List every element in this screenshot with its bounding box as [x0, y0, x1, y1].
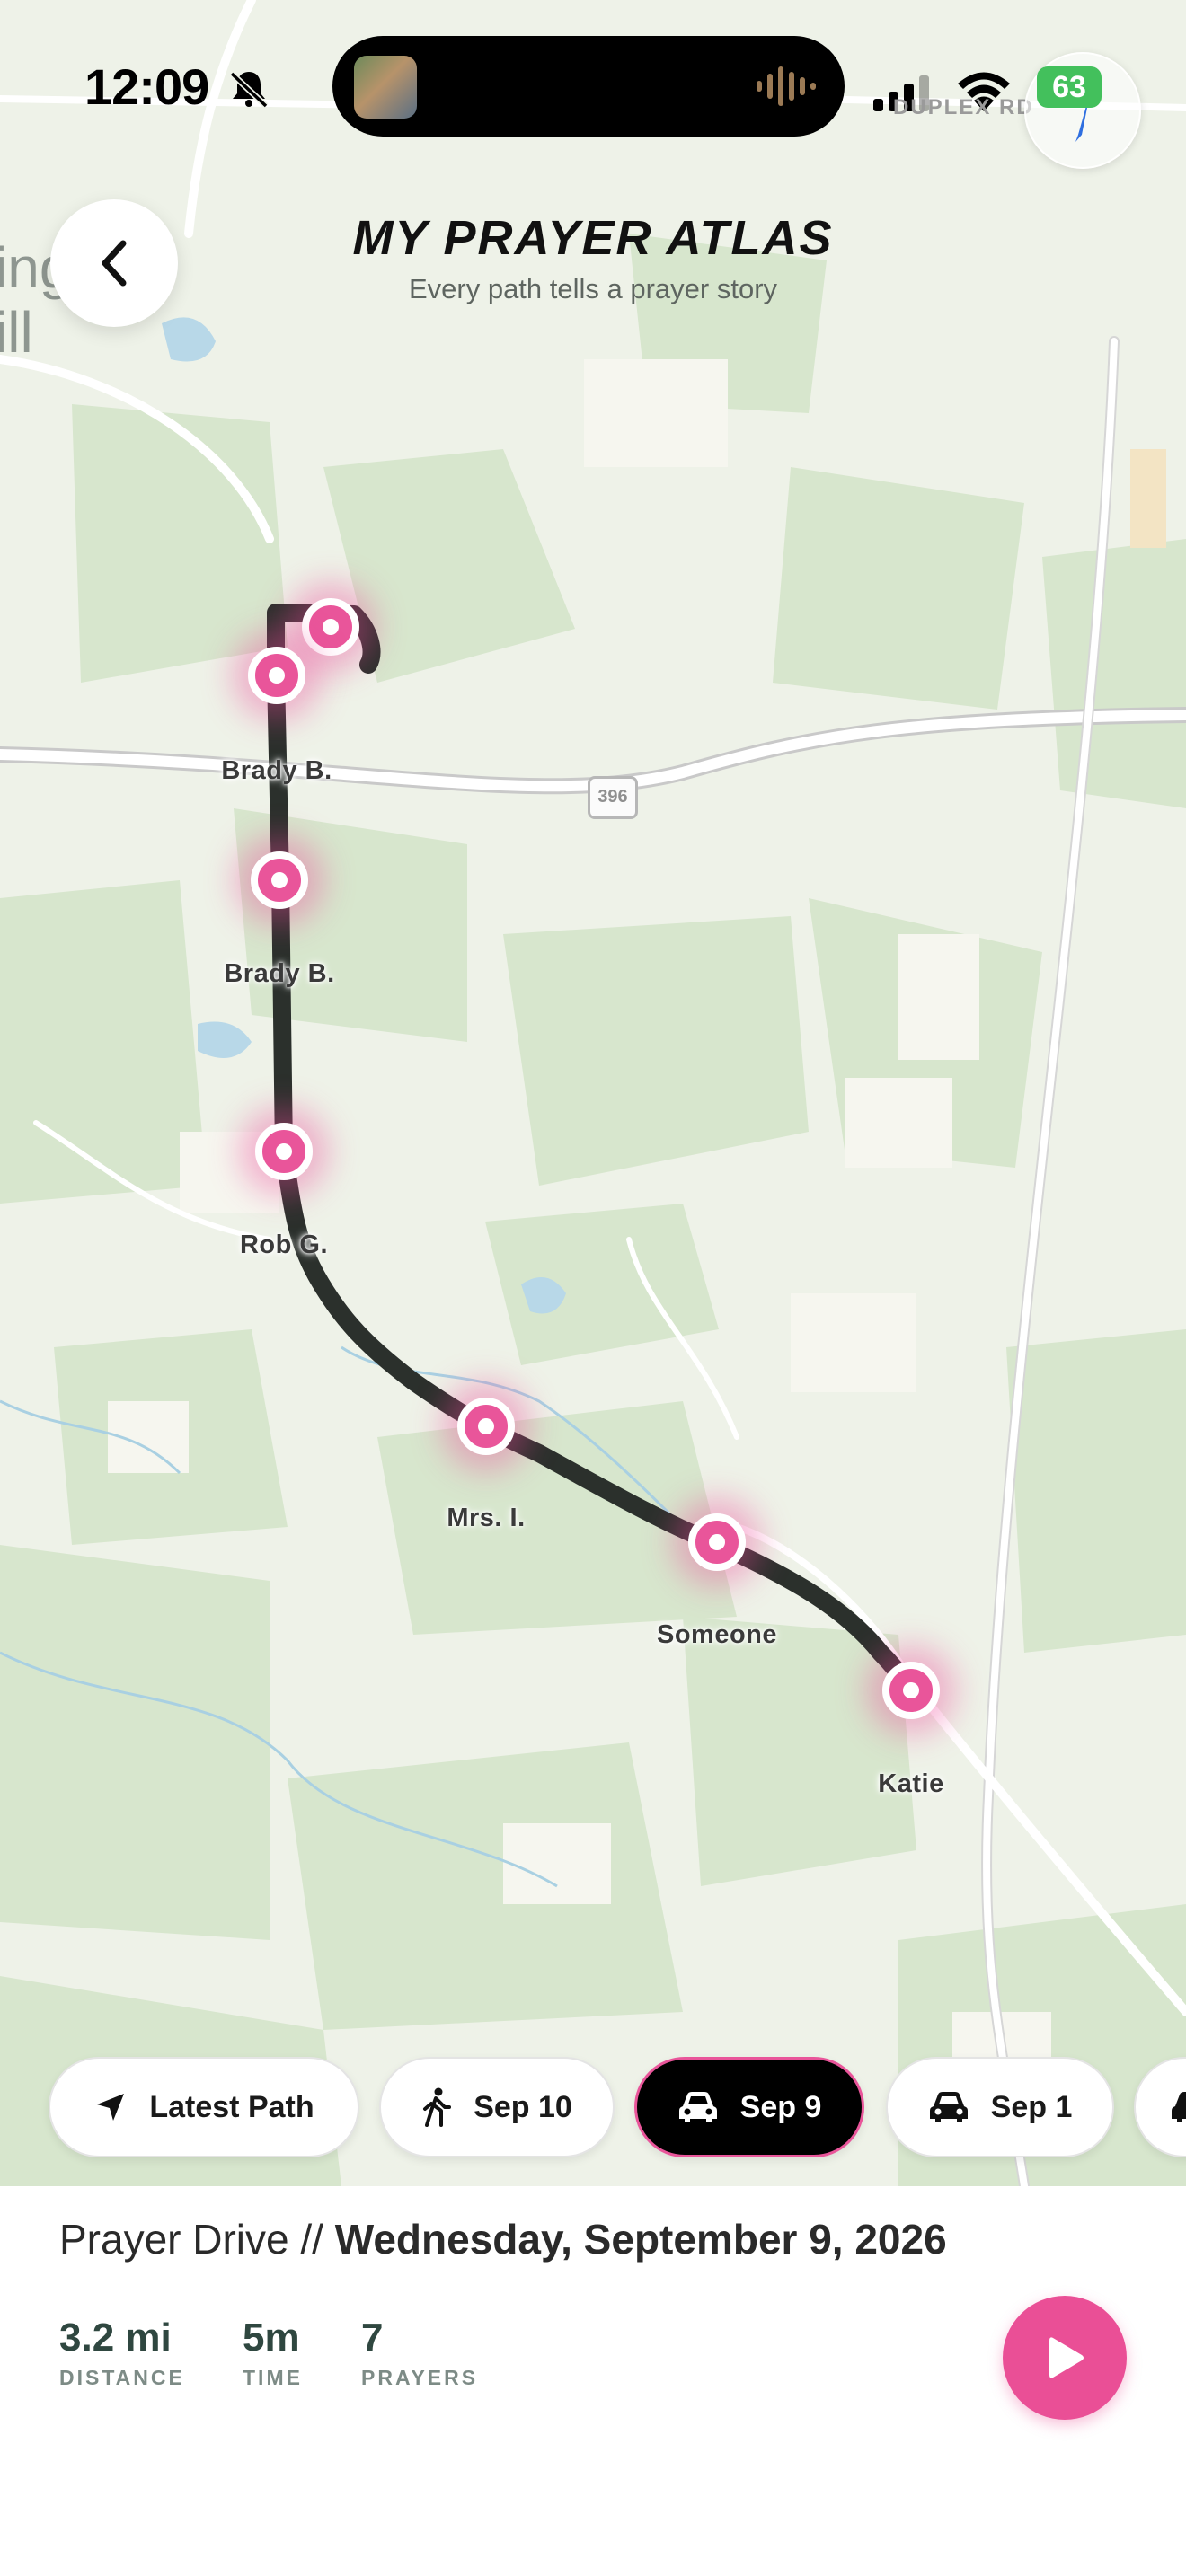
filter-chip-label: Latest Path: [149, 2089, 314, 2124]
prayer-marker[interactable]: [251, 851, 308, 909]
car-icon: [678, 2092, 717, 2122]
filter-chip-label: Sep 1: [990, 2089, 1073, 2124]
filter-chip-sep-10[interactable]: Sep 10: [379, 2057, 615, 2157]
page-subtitle: Every path tells a prayer story: [408, 273, 778, 304]
prayer-marker[interactable]: [302, 598, 359, 656]
route-shield: 396: [588, 776, 638, 819]
now-playing-artwork: [354, 56, 417, 119]
filter-chip-label: Sep 10: [474, 2089, 572, 2124]
drive-title: Prayer Drive // Wednesday, September 9, …: [59, 2215, 947, 2263]
prayer-marker[interactable]: [248, 647, 305, 704]
prayer-marker-label: Rob G.: [239, 1231, 329, 1259]
drive-type: Prayer Drive //: [59, 2216, 323, 2263]
filter-chip-sep-1[interactable]: Sep 1: [886, 2057, 1114, 2157]
play-route-button[interactable]: [1003, 2296, 1127, 2420]
car-icon: [1172, 2092, 1186, 2122]
audio-waveform-icon: [757, 66, 816, 106]
filter-chip-latest-path[interactable]: Latest Path: [49, 2057, 359, 2157]
status-time: 12:09: [84, 58, 209, 115]
prayer-marker[interactable]: [882, 1662, 940, 1719]
back-button[interactable]: [50, 199, 178, 327]
location-arrow-icon: [97, 2094, 125, 2121]
walking-icon: [423, 2087, 452, 2127]
drive-date: Wednesday, September 9, 2026: [334, 2216, 947, 2263]
bell-slash-icon: [229, 71, 269, 109]
chevron-left-icon: [102, 240, 127, 287]
filter-chip-sep-9[interactable]: Sep 9: [634, 2057, 864, 2157]
prayer-marker-label: Mrs. I.: [447, 1504, 526, 1532]
stat-label: TIME: [243, 2366, 303, 2389]
stat-value: 3.2 mi: [59, 2316, 172, 2360]
stat-label: DISTANCE: [59, 2366, 185, 2389]
prayer-marker-label: Brady B.: [221, 756, 332, 785]
stat-label: PRAYERS: [361, 2366, 479, 2389]
stat-time: 5m TIME: [243, 2316, 303, 2390]
map-background: [0, 0, 1186, 2186]
stat-value: 5m: [243, 2316, 300, 2360]
prayer-marker-label: Brady B.: [224, 959, 335, 988]
stat-prayers: 7 PRAYERS: [361, 2316, 478, 2390]
prayer-marker[interactable]: [255, 1123, 313, 1180]
stat-value: 7: [361, 2316, 384, 2360]
filter-chip-label: Sep 9: [739, 2089, 822, 2124]
stat-distance: 3.2 mi DISTANCE: [59, 2316, 185, 2390]
car-icon: [929, 2092, 968, 2122]
map-view[interactable]: ing ill 396 Brady B. Brady B. Rob G. Mrs.…: [0, 0, 1186, 2186]
road-label: DUPLEX RD: [893, 95, 1034, 119]
prayer-marker[interactable]: [688, 1513, 746, 1571]
prayer-marker-label: Someone: [656, 1620, 778, 1649]
dynamic-island[interactable]: [332, 36, 845, 137]
page-title: MY PRAYER ATLAS: [352, 211, 834, 265]
prayer-marker[interactable]: [457, 1398, 515, 1455]
prayer-marker-label: Katie: [878, 1769, 944, 1798]
play-icon: [1049, 2337, 1084, 2378]
battery-indicator: 63: [1037, 66, 1102, 108]
